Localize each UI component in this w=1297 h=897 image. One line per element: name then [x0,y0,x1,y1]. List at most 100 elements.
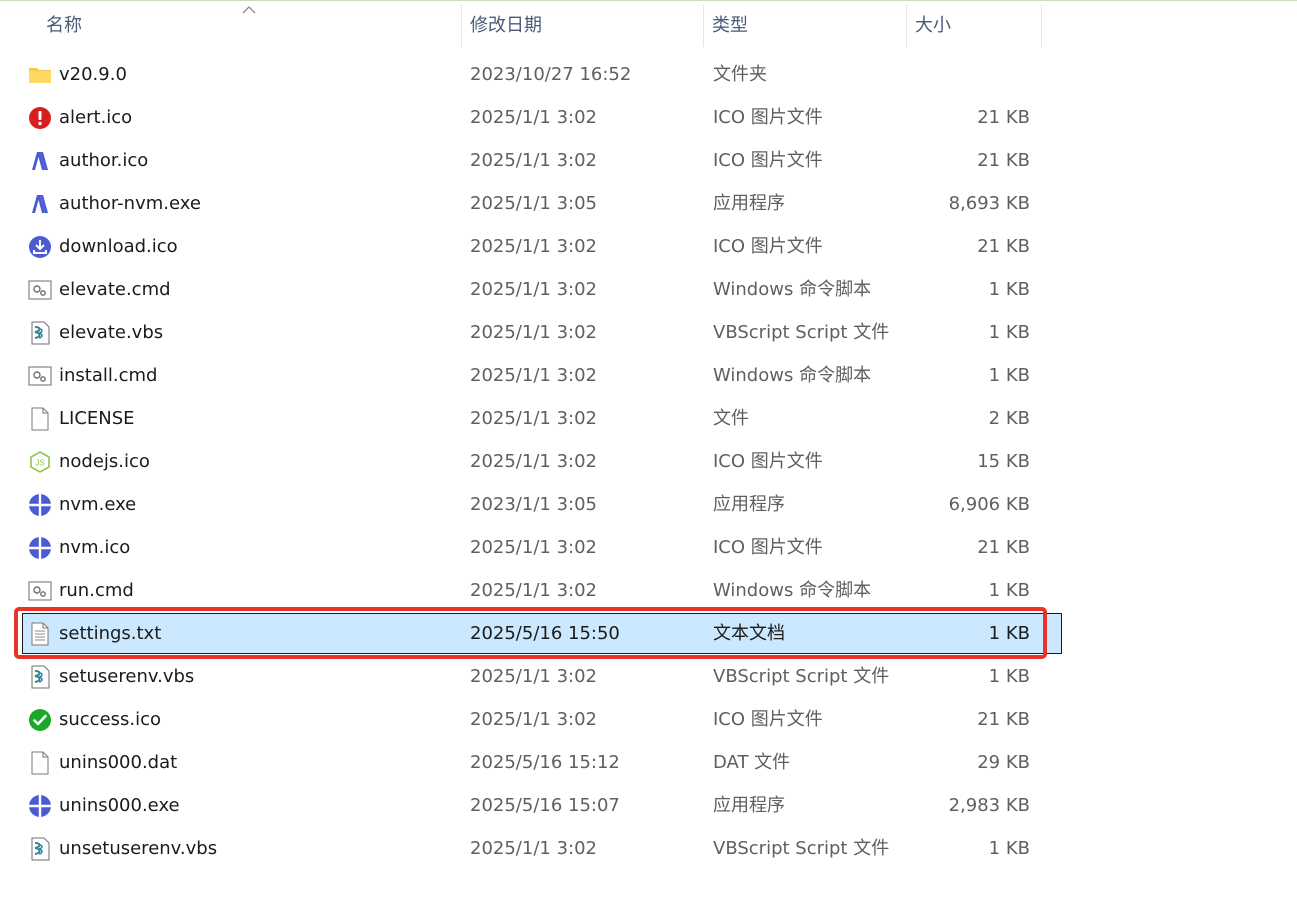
file-size: 21 KB [977,107,1030,128]
file-type: ICO 图片文件 [713,451,823,472]
cmd-script-icon [28,569,52,612]
file-row-selected[interactable]: settings.txt 2025/5/16 15:50 文本文档 1 KB [22,613,1062,654]
file-modified-date: 2025/1/1 3:02 [470,279,597,300]
file-row[interactable]: unsetuserenv.vbs 2025/1/1 3:02 VBScript Sc… [22,827,1062,870]
file-name: install.cmd [59,365,158,386]
file-name: setuserenv.vbs [59,666,195,687]
file-type: 文件 [713,408,749,429]
file-modified-date: 2023/1/1 3:05 [470,494,597,515]
file-name: elevate.vbs [59,322,164,343]
file-name: elevate.cmd [59,279,171,300]
file-row[interactable]: author.ico 2025/1/1 3:02 ICO 图片文件 21 KB [22,139,1062,182]
vbs-script-icon [28,827,52,870]
file-size: 6,906 KB [948,494,1030,515]
file-name: unins000.dat [59,752,178,773]
file-row[interactable]: download.ico 2025/1/1 3:02 ICO 图片文件 21 KB [22,225,1062,268]
file-row[interactable]: nvm.exe 2023/1/1 3:05 应用程序 6,906 KB [22,483,1062,526]
file-row[interactable]: unins000.exe 2025/5/16 15:07 应用程序 2,983 KB [22,784,1062,827]
nvm-icon [28,483,52,526]
download-icon [28,225,52,268]
file-size: 21 KB [977,236,1030,257]
file-row[interactable]: v20.9.0 2023/10/27 16:52 文件夹 [22,53,1062,96]
file-row[interactable]: setuserenv.vbs 2025/1/1 3:02 VBScript Scri… [22,655,1062,698]
file-type: VBScript Script 文件 [713,666,890,687]
file-name: download.ico [59,236,178,257]
file-name: author.ico [59,150,149,171]
file-modified-date: 2025/1/1 3:02 [470,709,597,730]
file-type: 文件夹 [713,64,767,85]
file-row[interactable]: success.ico 2025/1/1 3:02 ICO 图片文件 21 KB [22,698,1062,741]
file-row[interactable]: alert.ico 2025/1/1 3:02 ICO 图片文件 21 KB [22,96,1062,139]
file-size: 21 KB [977,709,1030,730]
file-name: nvm.exe [59,494,137,515]
vbs-script-icon [28,655,52,698]
nvm-icon [28,526,52,569]
file-size: 1 KB [988,838,1030,859]
file-type: DAT 文件 [713,752,791,773]
file-row[interactable]: JS nodejs.ico 2025/1/1 3:02 ICO 图片文件 15 KB [22,440,1062,483]
nodejs-icon: JS [28,440,52,483]
file-row[interactable]: nvm.ico 2025/1/1 3:02 ICO 图片文件 21 KB [22,526,1062,569]
file-size: 1 KB [988,580,1030,601]
file-type: Windows 命令脚本 [713,279,872,300]
file-type: ICO 图片文件 [713,107,823,128]
file-modified-date: 2025/1/1 3:02 [470,537,597,558]
folder-icon [28,53,52,96]
text-file-icon [28,613,52,654]
author-icon [28,182,52,225]
file-type: VBScript Script 文件 [713,322,890,343]
file-type: 应用程序 [713,193,785,214]
file-size: 29 KB [977,752,1030,773]
file-size [910,53,1030,96]
file-explorer-window: 名称 修改日期 类型 大小 v20.9.0 2023/10/27 16:52 文件夹… [0,0,1297,897]
file-size: 1 KB [988,279,1030,300]
file-row[interactable]: install.cmd 2025/1/1 3:02 Windows 命令脚本 1 KB [22,354,1062,397]
file-row[interactable]: unins000.dat 2025/5/16 15:12 DAT 文件 29 KB [22,741,1062,784]
file-row[interactable]: elevate.vbs 2025/1/1 3:02 VBScript Script … [22,311,1062,354]
column-header-type[interactable]: 类型 [704,5,907,47]
file-modified-date: 2025/1/1 3:02 [470,365,597,386]
file-modified-date: 2025/1/1 3:02 [470,838,597,859]
file-size: 8,693 KB [948,193,1030,214]
file-row[interactable]: elevate.cmd 2025/1/1 3:02 Windows 命令脚本 1 KB [22,268,1062,311]
column-header-name[interactable]: 名称 [38,5,462,47]
cmd-script-icon [28,354,52,397]
file-type: 应用程序 [713,795,785,816]
file-size: 2,983 KB [948,795,1030,816]
file-name: v20.9.0 [59,64,127,85]
file-modified-date: 2025/5/16 15:07 [470,795,620,816]
nvm-icon [28,784,52,827]
cmd-script-icon [28,268,52,311]
file-type: Windows 命令脚本 [713,580,872,601]
file-name: author-nvm.exe [59,193,201,214]
file-modified-date: 2025/1/1 3:02 [470,666,597,687]
file-row[interactable]: author-nvm.exe 2025/1/1 3:05 应用程序 8,693 KB [22,182,1062,225]
column-header-size[interactable]: 大小 [907,5,1042,47]
file-modified-date: 2025/1/1 3:02 [470,408,597,429]
file-size: 1 KB [988,666,1030,687]
column-header-date[interactable]: 修改日期 [462,5,704,47]
file-size: 1 KB [988,365,1030,386]
file-type: ICO 图片文件 [713,709,823,730]
file-modified-date: 2025/1/1 3:02 [470,236,597,257]
file-name: unins000.exe [59,795,180,816]
column-header-row: 名称 修改日期 类型 大小 [0,5,1297,47]
vbs-script-icon [28,311,52,354]
file-name: run.cmd [59,580,134,601]
file-type: 应用程序 [713,494,785,515]
file-size: 21 KB [977,537,1030,558]
file-modified-date: 2025/1/1 3:05 [470,193,597,214]
author-icon [28,139,52,182]
file-name: nvm.ico [59,537,131,558]
file-modified-date: 2025/1/1 3:02 [470,107,597,128]
blank-file-icon [28,741,52,784]
file-modified-date: 2023/10/27 16:52 [470,64,632,85]
file-type: Windows 命令脚本 [713,365,872,386]
file-type: ICO 图片文件 [713,537,823,558]
file-name: success.ico [59,709,162,730]
file-name: alert.ico [59,107,133,128]
file-row[interactable]: run.cmd 2025/1/1 3:02 Windows 命令脚本 1 KB [22,569,1062,612]
file-type: 文本文档 [713,623,785,644]
file-row[interactable]: LICENSE 2025/1/1 3:02 文件 2 KB [22,397,1062,440]
alert-icon [28,96,52,139]
